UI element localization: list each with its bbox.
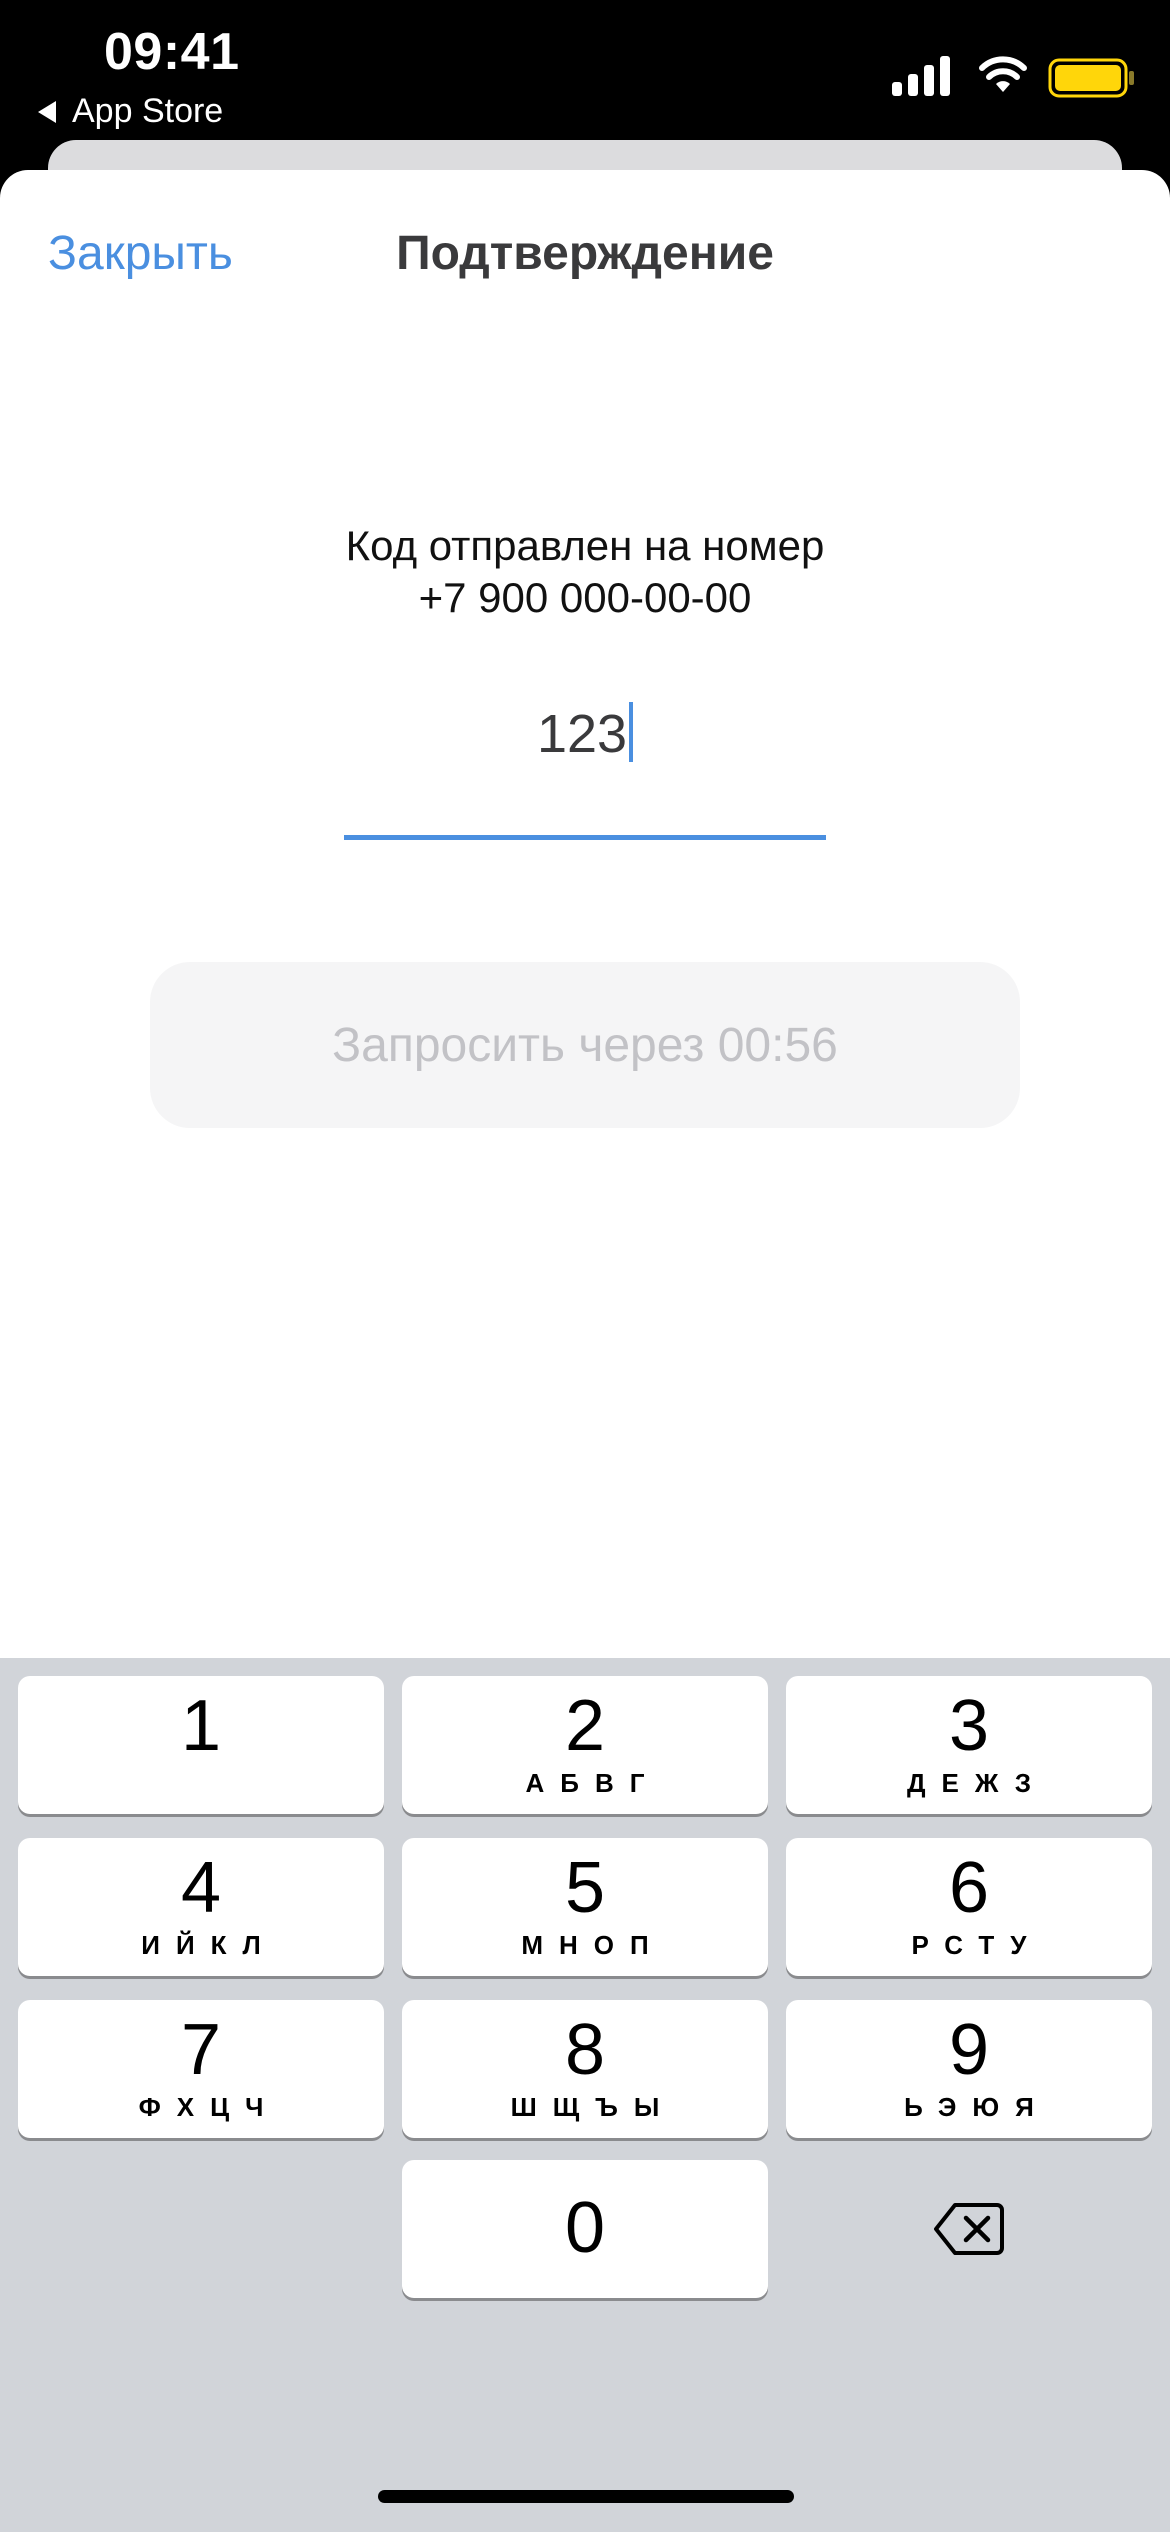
- code-input-underline: [344, 835, 826, 840]
- numeric-keypad: 1 2 АБВГ 3 ДЕЖЗ 4 ИЙКЛ 5 МНОП 6 РСТУ 7 Ф…: [0, 1658, 1170, 2532]
- resend-code-label: Запросить через 00:56: [332, 1018, 838, 1072]
- key-letters: ФХЦЧ: [138, 2092, 280, 2122]
- key-1[interactable]: 1: [18, 1676, 384, 1814]
- battery-icon: [1048, 58, 1134, 98]
- back-triangle-icon: [38, 100, 56, 123]
- key-digit: 5: [564, 1848, 606, 1928]
- key-letters: РСТУ: [911, 1930, 1043, 1960]
- text-caret: [629, 702, 634, 762]
- cellular-signal-icon: [892, 56, 950, 96]
- phone-number: +7 900 000-00-00: [418, 574, 752, 621]
- key-digit: 2: [564, 1686, 606, 1766]
- status-bar: 09:41 App Store: [0, 0, 1170, 140]
- key-digit: 7: [180, 2010, 222, 2090]
- key-2[interactable]: 2 АБВГ: [402, 1676, 768, 1814]
- backspace-icon: [934, 2203, 1004, 2255]
- code-input[interactable]: 123: [344, 690, 826, 790]
- code-input-value: 123: [344, 702, 826, 765]
- wifi-icon: [979, 56, 1027, 92]
- key-digit: 6: [948, 1848, 990, 1928]
- home-indicator[interactable]: [378, 2490, 794, 2503]
- key-5[interactable]: 5 МНОП: [402, 1838, 768, 1976]
- key-digit: 0: [564, 2188, 606, 2268]
- key-6[interactable]: 6 РСТУ: [786, 1838, 1152, 1976]
- code-sent-message: Код отправлен на номер +7 900 000-00-00: [0, 520, 1170, 624]
- key-digit: 9: [948, 2010, 990, 2090]
- status-icons: [870, 50, 1170, 110]
- key-letters: ДЕЖЗ: [907, 1768, 1047, 1798]
- key-letters: ИЙКЛ: [141, 1930, 277, 1960]
- back-app-label: App Store: [72, 92, 224, 130]
- code-sent-line: Код отправлен на номер: [345, 522, 825, 569]
- resend-code-button[interactable]: Запросить через 00:56: [150, 962, 1020, 1128]
- key-digit: 4: [180, 1848, 222, 1928]
- key-letters: ЬЭЮЯ: [904, 2092, 1050, 2122]
- key-0[interactable]: 0: [402, 2160, 768, 2298]
- key-digit: 8: [564, 2010, 606, 2090]
- key-3[interactable]: 3 ДЕЖЗ: [786, 1676, 1152, 1814]
- key-7[interactable]: 7 ФХЦЧ: [18, 2000, 384, 2138]
- key-digit: 1: [180, 1686, 222, 1766]
- status-time: 09:41: [104, 23, 240, 81]
- key-letters: МНОП: [521, 1930, 665, 1960]
- sheet-title: Подтверждение: [396, 227, 774, 280]
- confirmation-sheet: Закрыть Подтверждение Код отправлен на н…: [0, 170, 1170, 1660]
- key-digit: 3: [948, 1686, 990, 1766]
- key-letters: АБВГ: [525, 1768, 661, 1798]
- delete-key[interactable]: [786, 2160, 1152, 2298]
- code-digits: 123: [536, 704, 628, 764]
- back-to-app-store-button[interactable]: App Store: [38, 92, 223, 131]
- key-letters: ШЩЪЫ: [510, 2092, 676, 2122]
- key-9[interactable]: 9 ЬЭЮЯ: [786, 2000, 1152, 2138]
- key-8[interactable]: 8 ШЩЪЫ: [402, 2000, 768, 2138]
- key-4[interactable]: 4 ИЙКЛ: [18, 1838, 384, 1976]
